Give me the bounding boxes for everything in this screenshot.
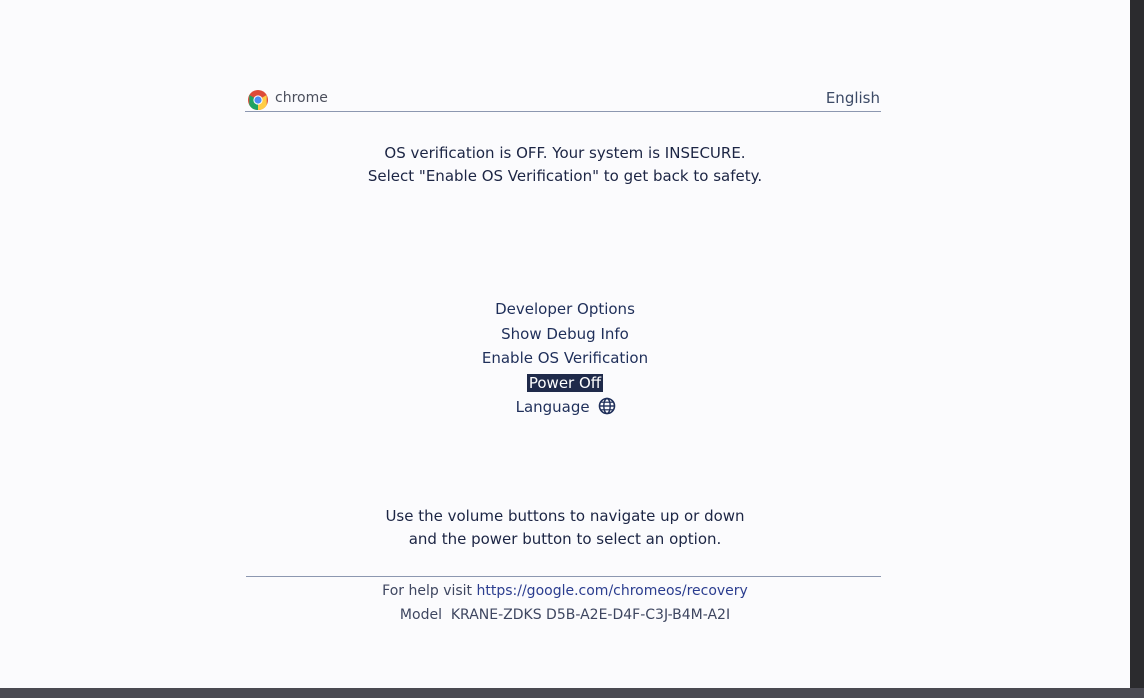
display-bezel-right [1130,0,1144,698]
language-link[interactable]: English [826,89,880,107]
security-warning: OS verification is OFF. Your system is I… [0,142,1130,188]
header-divider [245,111,881,112]
display-bezel-bottom [0,688,1144,698]
menu-item-language[interactable]: Language [0,395,1130,420]
instructions-line-1: Use the volume buttons to navigate up or… [385,507,745,525]
menu-item-developer-options[interactable]: Developer Options [0,297,1130,322]
boot-menu: Developer Options Show Debug Info Enable… [0,297,1130,420]
instructions-line-2: and the power button to select an option… [408,530,722,548]
menu-item-enable-os-verification[interactable]: Enable OS Verification [0,346,1130,371]
chrome-logo-icon [248,90,268,111]
warning-line-2: Select "Enable OS Verification" to get b… [367,167,763,185]
footer-divider [246,576,881,577]
brand-label: chrome [275,90,328,106]
help-prefix: For help visit [382,583,477,599]
menu-item-power-off[interactable]: Power Off [0,371,1130,396]
model-line: Model KRANE-ZDKS D5B-A2E-D4F-C3J-B4M-A2I [0,603,1130,627]
menu-item-label: Show Debug Info [501,324,629,343]
header: chrome English [245,87,880,113]
footer: For help visit https://google.com/chrome… [0,579,1130,627]
help-url-link[interactable]: https://google.com/chromeos/recovery [477,583,748,599]
warning-line-1: OS verification is OFF. Your system is I… [384,144,746,162]
menu-item-show-debug-info[interactable]: Show Debug Info [0,322,1130,347]
model-value: KRANE-ZDKS D5B-A2E-D4F-C3J-B4M-A2I [450,607,731,623]
menu-item-label: Developer Options [495,300,635,318]
menu-item-label: Language [515,398,590,416]
firmware-screen: chrome English OS verification is OFF. Y… [0,0,1130,688]
model-label: Model [399,607,442,623]
menu-item-label: Power Off [526,373,604,392]
menu-item-label: Enable OS Verification [481,349,649,367]
help-line: For help visit https://google.com/chrome… [0,579,1130,603]
navigation-instructions: Use the volume buttons to navigate up or… [0,505,1130,551]
globe-icon [599,397,616,415]
